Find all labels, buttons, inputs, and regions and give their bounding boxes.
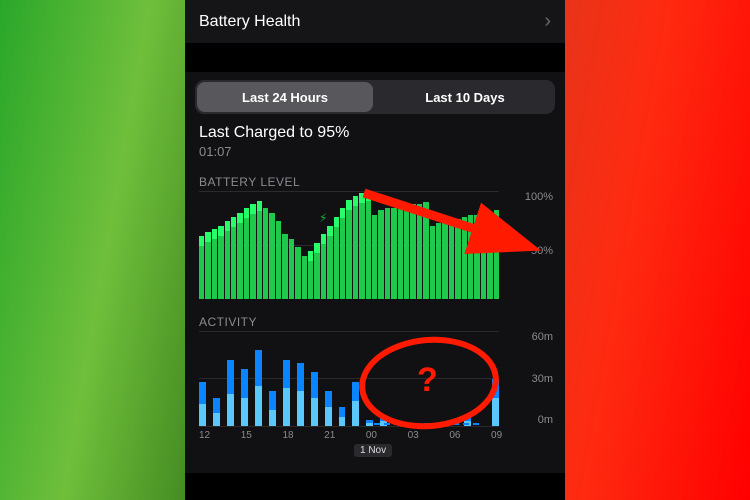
battery-bar (327, 226, 332, 299)
battery-bar (449, 219, 454, 299)
activity-chart (199, 331, 499, 426)
activity-y-0: 0m (503, 414, 553, 426)
battery-bar (417, 204, 422, 299)
battery-bar (199, 236, 204, 299)
activity-bar (227, 360, 234, 427)
battery-health-row[interactable]: Battery Health › (185, 0, 565, 44)
x-tick: 03 (408, 430, 416, 441)
battery-bar (391, 208, 396, 299)
activity-y-60: 60m (503, 331, 553, 343)
battery-bar (231, 217, 236, 299)
battery-y-100: 100% (503, 191, 553, 203)
battery-bar (372, 215, 377, 299)
time-range-segmented-control: Last 24 Hours Last 10 Days (195, 80, 555, 114)
battery-health-label: Battery Health (199, 13, 300, 31)
activity-bar (283, 360, 290, 427)
battery-bar (378, 210, 383, 299)
battery-bar (442, 221, 447, 299)
activity-bar (464, 418, 471, 426)
activity-bar (213, 398, 220, 427)
activity-bar (492, 379, 499, 427)
battery-bar (353, 196, 358, 299)
activity-bar (199, 382, 206, 426)
x-tick: 15 (241, 430, 249, 441)
tab-last-10-days[interactable]: Last 10 Days (377, 82, 553, 112)
battery-bar (359, 193, 364, 299)
battery-bar (404, 206, 409, 299)
tab-last-24-hours[interactable]: Last 24 Hours (197, 82, 373, 112)
segmented-control-wrap: Last 24 Hours Last 10 Days (185, 72, 565, 118)
battery-bar (334, 217, 339, 299)
battery-level-chart (199, 191, 499, 299)
battery-bar (366, 191, 371, 299)
x-tick: 18 (282, 430, 290, 441)
last-charged-info: Last Charged to 95% 01:07 (185, 118, 565, 165)
x-tick: 21 (324, 430, 332, 441)
battery-bar (314, 243, 319, 299)
activity-bar (311, 372, 318, 426)
activity-chart-block: 60m 30m 0m ? 1 Nov 12..15..18..21..00..0… (185, 331, 565, 473)
battery-bar (340, 208, 345, 299)
battery-bar (263, 208, 268, 299)
battery-bar (302, 256, 307, 299)
battery-bar (289, 239, 294, 299)
activity-bar (380, 418, 387, 426)
battery-bar (487, 213, 492, 299)
battery-y-50: 50% (503, 245, 553, 257)
x-tick: 12 (199, 430, 207, 441)
chevron-right-icon: › (544, 10, 551, 33)
battery-bar (346, 200, 351, 299)
date-badge: 1 Nov (354, 444, 392, 457)
x-tick: 00 (366, 430, 374, 441)
battery-bar (257, 201, 262, 299)
battery-level-label: BATTERY LEVEL (185, 165, 565, 191)
battery-bar (276, 221, 281, 299)
battery-bar (269, 213, 274, 299)
battery-bar (212, 229, 217, 299)
section-gap (185, 44, 565, 72)
battery-bar (218, 226, 223, 299)
battery-bar (205, 232, 210, 299)
battery-bar (474, 215, 479, 299)
x-tick: 09 (491, 430, 499, 441)
battery-bar (244, 208, 249, 299)
activity-bar (255, 350, 262, 426)
battery-bar (225, 221, 230, 299)
last-charged-time: 01:07 (199, 144, 551, 159)
battery-bar (295, 247, 300, 299)
battery-bar (436, 223, 441, 299)
background-gradient: Battery Health › Last 24 Hours Last 10 D… (0, 0, 750, 500)
activity-bar (297, 363, 304, 426)
battery-bar (423, 202, 428, 299)
battery-bar (250, 204, 255, 299)
activity-label: ACTIVITY (185, 305, 565, 331)
battery-bar (237, 213, 242, 299)
battery-bar (462, 217, 467, 299)
battery-bar (455, 219, 460, 299)
activity-x-axis: 1 Nov 12..15..18..21..00..03..06..09 (199, 430, 499, 441)
battery-bar (430, 226, 435, 299)
battery-bar (468, 215, 473, 299)
battery-bar (385, 208, 390, 299)
activity-bar (352, 382, 359, 426)
activity-bar (366, 420, 373, 426)
activity-bar (269, 391, 276, 426)
battery-bar (481, 213, 486, 299)
x-tick: 06 (449, 430, 457, 441)
activity-bar (339, 407, 346, 426)
battery-level-chart-block: 100% 50% ⚡︎ (185, 191, 565, 305)
battery-bar (398, 206, 403, 299)
activity-bar (325, 391, 332, 426)
activity-y-30: 30m (503, 373, 553, 385)
activity-bar (241, 369, 248, 426)
phone-frame: Battery Health › Last 24 Hours Last 10 D… (185, 0, 565, 500)
battery-bar (282, 234, 287, 299)
last-charged-title: Last Charged to 95% (199, 124, 551, 142)
battery-bar (494, 210, 499, 299)
battery-bar (321, 234, 326, 299)
battery-bar (308, 251, 313, 299)
battery-bar (410, 204, 415, 299)
